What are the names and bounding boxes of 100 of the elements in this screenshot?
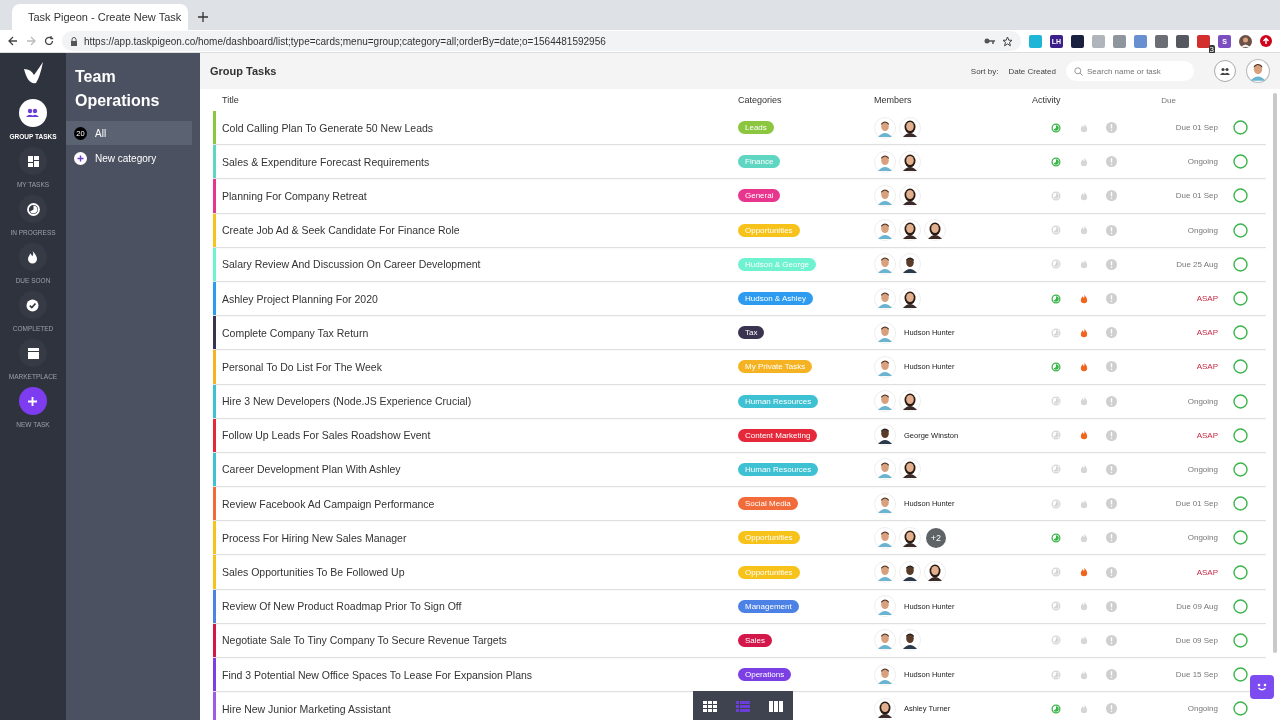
task-row[interactable]: Hire 3 New Developers (Node.JS Experience Crucial) Human Resources Ongoing xyxy=(213,384,1266,419)
person-avatar xyxy=(899,219,921,242)
task-row[interactable]: Ashley Project Planning For 2020 Hudson & Ashley ASAP xyxy=(213,281,1266,317)
category-tag: Social Media xyxy=(738,497,798,511)
new-tab-icon[interactable] xyxy=(198,12,208,22)
task-row[interactable]: Process For Hiring New Sales Manager Opportunities +2 Ongoing xyxy=(213,521,1266,556)
alert-icon xyxy=(1106,600,1117,612)
task-row[interactable]: Career Development Plan With Ashley Human Resources Ongoing xyxy=(213,452,1266,488)
chat-button[interactable] xyxy=(1250,675,1274,699)
complete-toggle[interactable] xyxy=(1232,359,1248,375)
due-date: Due 25 Aug xyxy=(1175,259,1218,269)
extension-icon[interactable] xyxy=(1176,34,1189,48)
lock-icon xyxy=(70,36,78,46)
star-icon[interactable] xyxy=(1002,35,1013,47)
due-date: Due 09 Aug xyxy=(1175,601,1218,611)
category-item[interactable]: New category xyxy=(66,146,192,170)
due-date: Ongoing xyxy=(1186,533,1218,543)
smiley-icon xyxy=(1255,682,1269,692)
back-icon[interactable] xyxy=(8,36,18,46)
complete-toggle[interactable] xyxy=(1232,222,1248,238)
due-date: ASAP xyxy=(1195,430,1218,440)
complete-toggle[interactable] xyxy=(1232,667,1248,683)
category-tag: Hudson & Ashley xyxy=(738,292,813,306)
profile-avatar[interactable] xyxy=(1239,34,1252,48)
column-header[interactable]: Members xyxy=(874,95,1032,105)
due-date: Due 01 Sep xyxy=(1174,123,1218,133)
sort-label: Sort by: xyxy=(970,66,999,76)
person-avatar xyxy=(874,287,896,310)
browser-tab[interactable]: Task Pigeon - Create New Task xyxy=(12,4,188,30)
due-date: ASAP xyxy=(1195,567,1218,577)
task-row[interactable]: Sales Opportunities To Be Followed Up Opportunities ASAP xyxy=(213,555,1266,590)
complete-toggle[interactable] xyxy=(1232,120,1248,136)
person-avatar xyxy=(874,526,896,549)
category-tag: My Private Tasks xyxy=(738,360,813,374)
complete-toggle[interactable] xyxy=(1232,325,1248,341)
person-avatar xyxy=(874,424,896,447)
person-avatar xyxy=(874,561,896,584)
task-title: Negotiate Sale To Tiny Company To Secure Revenue Targets xyxy=(222,634,507,647)
task-title: Planning For Company Retreat xyxy=(222,189,367,202)
task-row[interactable]: Sales & Expenditure Forecast Requirements Finance Ongoing xyxy=(213,145,1266,180)
view-toggle[interactable] xyxy=(768,698,785,714)
complete-toggle[interactable] xyxy=(1232,496,1248,512)
complete-toggle[interactable] xyxy=(1232,530,1248,546)
person-avatar xyxy=(899,150,921,173)
person-avatar xyxy=(924,561,946,584)
update-icon[interactable] xyxy=(1260,35,1272,47)
due-date: Due 01 Sep xyxy=(1174,191,1218,201)
task-row[interactable]: Planning For Company Retreat General Due 01 Sep xyxy=(213,179,1266,214)
category-tag: Sales xyxy=(738,633,772,647)
complete-toggle[interactable] xyxy=(1232,291,1248,307)
category-tag: Human Resources xyxy=(738,394,819,408)
complete-toggle[interactable] xyxy=(1232,632,1248,648)
complete-toggle[interactable] xyxy=(1232,154,1248,170)
complete-toggle[interactable] xyxy=(1232,427,1248,443)
due-date: Ongoing xyxy=(1186,396,1218,406)
person-avatar xyxy=(874,184,896,207)
sort-dropdown[interactable]: Date Created xyxy=(1008,66,1056,76)
team-button[interactable] xyxy=(1214,60,1236,82)
column-header[interactable]: Categories xyxy=(738,95,874,105)
alert-icon xyxy=(1106,122,1117,134)
user-avatar[interactable] xyxy=(1246,59,1270,83)
task-row[interactable]: Create Job Ad & Seek Candidate For Finance Role Opportunities Ongoing xyxy=(213,213,1266,248)
complete-toggle[interactable] xyxy=(1232,701,1248,717)
category-tag: Human Resources xyxy=(738,462,819,476)
search-icon xyxy=(1074,66,1083,76)
alert-icon xyxy=(1106,327,1117,339)
key-icon[interactable] xyxy=(984,37,996,45)
forward-icon[interactable] xyxy=(26,36,36,46)
complete-toggle[interactable] xyxy=(1232,598,1248,614)
complete-toggle[interactable] xyxy=(1232,188,1248,204)
complete-toggle[interactable] xyxy=(1232,461,1248,477)
person-avatar xyxy=(924,219,946,242)
page-title: Group Tasks xyxy=(210,65,278,77)
person-avatar xyxy=(874,492,896,515)
task-row[interactable]: Negotiate Sale To Tiny Company To Secure Revenue Targets Sales Due 09 Sep xyxy=(213,623,1266,658)
category-tag: Tax xyxy=(738,326,765,340)
column-header[interactable]: Due xyxy=(1132,95,1218,105)
person-avatar xyxy=(874,321,896,344)
view-toggle[interactable] xyxy=(701,698,718,714)
person-avatar xyxy=(874,219,896,242)
extension-icon[interactable] xyxy=(1071,34,1084,48)
search-field[interactable]: Search name or task xyxy=(1066,61,1194,81)
person-avatar xyxy=(874,355,896,378)
task-row[interactable]: Salary Review And Discussion On Career Development Hudson & George Due 25 Aug xyxy=(213,247,1266,282)
alert-icon xyxy=(1106,566,1117,578)
person-avatar xyxy=(874,458,896,481)
column-header[interactable]: Activity xyxy=(1032,95,1132,105)
complete-toggle[interactable] xyxy=(1232,256,1248,272)
reload-icon[interactable] xyxy=(44,36,54,46)
task-title: Hire New Junior Marketing Assistant xyxy=(222,702,391,715)
view-toggle[interactable] xyxy=(735,698,751,714)
due-date: Due 09 Sep xyxy=(1174,635,1218,645)
alert-icon xyxy=(1106,293,1117,305)
task-title: Create Job Ad & Seek Candidate For Finance Role xyxy=(222,224,460,237)
complete-toggle[interactable] xyxy=(1232,393,1248,409)
alert-icon xyxy=(1106,532,1117,544)
alert-icon xyxy=(1106,703,1117,715)
task-row[interactable]: Cold Calling Plan To Generate 50 New Leads Leads Due 01 Sep xyxy=(213,111,1266,146)
complete-toggle[interactable] xyxy=(1232,564,1248,580)
column-header[interactable]: Title xyxy=(222,95,738,105)
